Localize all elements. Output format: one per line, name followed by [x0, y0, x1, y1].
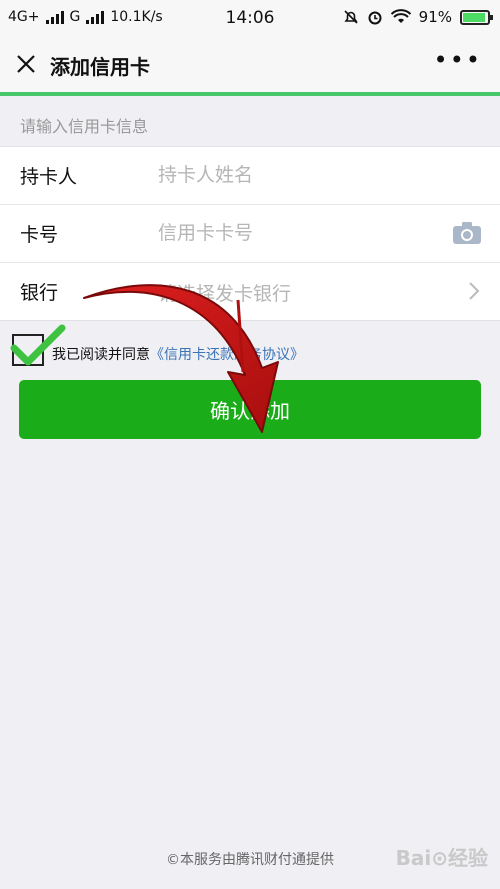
confirm-add-button[interactable]: 确认添加: [19, 380, 481, 439]
agreement-text: 我已阅读并同意《信用卡还款服务协议》: [52, 344, 304, 364]
agreement-prefix: 我已阅读并同意: [52, 347, 150, 363]
bank-row[interactable]: 银行 请选择发卡银行: [0, 263, 500, 320]
battery-percent: 91%: [418, 8, 452, 26]
agreement-row: 我已阅读并同意《信用卡还款服务协议》: [10, 324, 490, 370]
card-number-row: 卡号: [0, 205, 500, 263]
battery-icon: [460, 9, 493, 25]
status-right: 91%: [343, 8, 493, 26]
bank-label: 银行: [20, 282, 59, 304]
status-bar: 4G+ G 10.1K/s 14:06 91%: [0, 0, 500, 36]
mute-bell-icon: [344, 10, 358, 24]
cardholder-row: 持卡人: [0, 147, 500, 205]
section-hint: 请输入信用卡信息: [20, 117, 149, 136]
close-icon[interactable]: [12, 50, 40, 78]
card-number-label: 卡号: [20, 224, 59, 246]
navigation-bar: 添加信用卡 •••: [0, 36, 500, 92]
cardholder-input[interactable]: [158, 157, 428, 193]
bank-select[interactable]: 请选择发卡银行: [158, 279, 291, 306]
cardholder-label: 持卡人: [20, 166, 78, 188]
more-icon[interactable]: •••: [434, 48, 482, 72]
agreement-link[interactable]: 《信用卡还款服务协议》: [150, 347, 304, 363]
baidu-watermark: Bai⊙经验: [395, 846, 488, 870]
chevron-right-icon: [469, 282, 480, 300]
card-number-input[interactable]: [158, 215, 428, 251]
progress-bar: [0, 92, 500, 96]
progress-fill: [0, 92, 500, 96]
camera-icon[interactable]: [452, 221, 482, 245]
card-form: 持卡人 卡号 银行 请选择发卡银行: [0, 146, 500, 321]
page-title: 添加信用卡: [50, 55, 150, 79]
alarm-icon: [368, 11, 382, 25]
wifi-icon: [390, 9, 411, 23]
